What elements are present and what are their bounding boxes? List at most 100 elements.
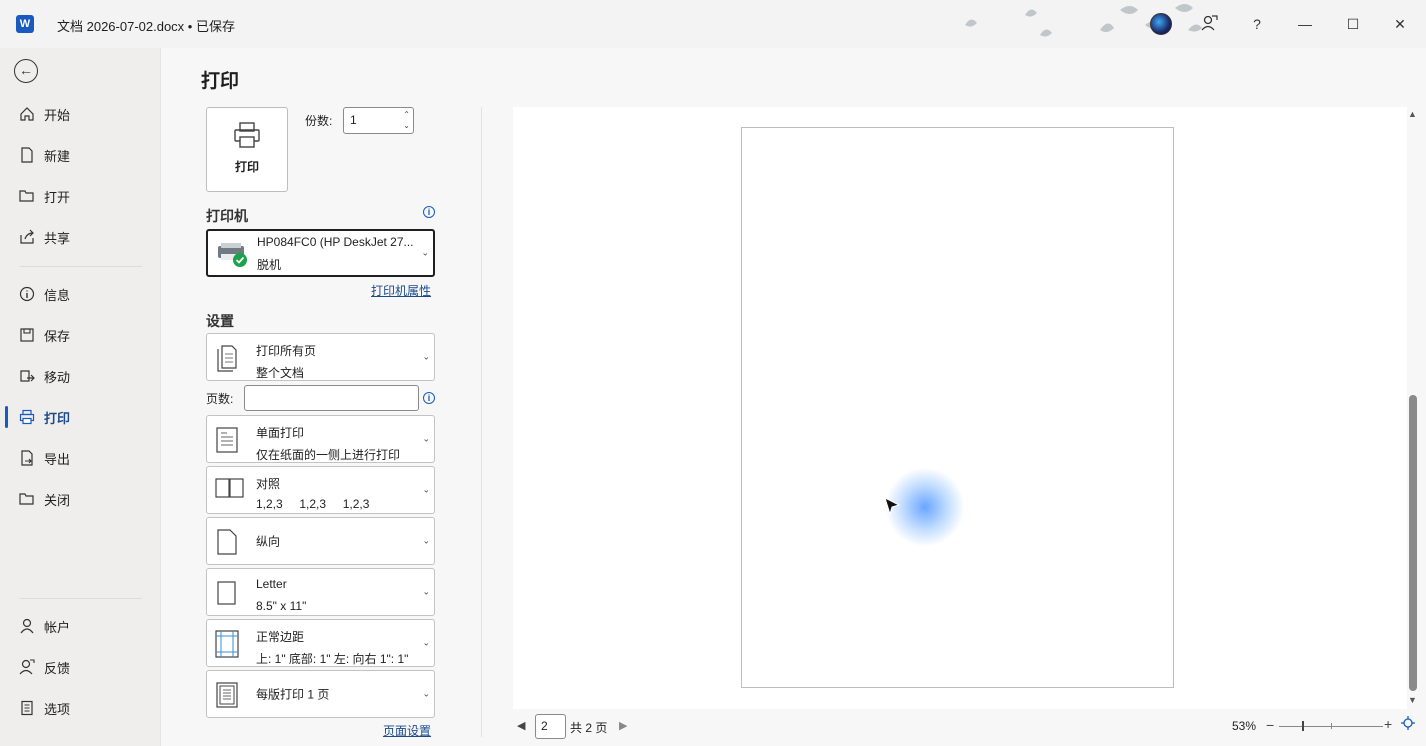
chevron-down-icon: ⌄ [421,247,429,258]
feedback-icon [18,658,36,676]
scrollbar-thumb[interactable] [1409,395,1417,691]
info-icon [18,285,36,303]
nav-item-export[interactable]: 导出 [0,440,160,476]
nav-item-close[interactable]: 关闭 [0,481,160,517]
printer-name: HP084FC0 (HP DeskJet 27... [257,235,414,249]
print-range-dropdown[interactable]: 打印所有页 整个文档 ⌄ [206,333,435,381]
setting-line2: 1,2,3 1,2,3 1,2,3 [256,497,370,511]
pane-divider [481,107,482,737]
total-pages: 共 2 页 [570,721,608,735]
nav-item-open[interactable]: 打开 [0,178,160,214]
close-button[interactable]: ✕ [1390,14,1410,34]
setting-line2: 上: 1" 底部: 1" 左: 向右 1": 1" [256,652,409,666]
pages-input[interactable] [244,385,419,411]
move-icon [18,367,36,385]
back-arrow-icon[interactable]: ← [14,59,38,83]
copies-spinner[interactable]: ⌃ ⌄ [403,109,410,131]
title-bar: W 文档 2026-07-02.docx • 已保存 ? — ☐ ✕ [0,0,1426,48]
copies-input[interactable]: 1 ⌃ ⌄ [343,107,414,134]
page-setup-link[interactable]: 页面设置 [383,722,431,739]
pages-per-sheet-icon [215,681,239,708]
nav-item-label: 打印 [44,410,71,426]
nav-item-options[interactable]: 选项 [0,690,160,726]
next-page-icon[interactable]: ▶ [619,719,627,732]
document-title: 文档 2026-07-02.docx • 已保存 [57,19,235,34]
nav-item-new[interactable]: 新建 [0,137,160,173]
maximize-button[interactable]: ☐ [1343,14,1363,34]
zoom-slider-thumb[interactable] [1302,721,1304,731]
pages-per-sheet-dropdown[interactable]: 每版打印 1 页 ⌄ [206,670,435,718]
print-preview[interactable] [513,107,1407,709]
sides-dropdown[interactable]: 单面打印 仅在纸面的一侧上进行打印 ⌄ [206,415,435,463]
paper-size-dropdown[interactable]: Letter 8.5" x 11" ⌄ [206,568,435,616]
zoom-in-button[interactable]: + [1384,716,1392,732]
nav-item-print[interactable]: 打印 [0,399,160,435]
mouse-cursor-icon [884,497,901,516]
print-button[interactable]: 打印 [206,107,288,192]
nav-item-move[interactable]: 移动 [0,358,160,394]
nav-item-info[interactable]: 信息 [0,276,160,312]
nav-item-label: 共享 [44,230,71,246]
nav-item-save[interactable]: 保存 [0,317,160,353]
export-icon [18,449,36,467]
printer-icon [207,120,287,156]
help-icon[interactable]: ? [1247,14,1267,34]
nav-item-label: 关闭 [44,492,71,508]
setting-line1: 纵向 [256,534,281,549]
chevron-down-icon: ⌄ [422,433,430,444]
pages-label: 页数: [206,392,234,406]
chevron-down-icon: ⌄ [422,637,430,648]
spin-down-icon[interactable]: ⌄ [403,120,410,131]
account-icon [18,617,36,635]
word-app-icon: W [16,15,34,33]
preview-page [741,127,1174,688]
scroll-up-icon[interactable]: ▲ [1408,109,1417,119]
nav-item-feedback[interactable]: 反馈 [0,649,160,685]
zoom-level[interactable]: 53% [1232,719,1256,733]
scroll-down-icon[interactable]: ▼ [1408,695,1417,705]
chevron-down-icon: ⌄ [422,351,430,362]
nav-item-share[interactable]: 共享 [0,219,160,255]
setting-line1: 每版打印 1 页 [256,687,330,702]
copies-value: 1 [350,113,357,127]
setting-line1: Letter [256,577,287,591]
nav-item-home[interactable]: 开始 [0,96,160,132]
zoom-to-page-icon[interactable] [1401,716,1415,733]
page-number-input[interactable]: 2 [535,714,566,739]
pages-info-icon[interactable]: i [423,392,435,404]
collate-dropdown[interactable]: 对照 1,2,3 1,2,3 1,2,3 ⌄ [206,466,435,514]
margins-icon [215,630,239,658]
printer-properties-link[interactable]: 打印机属性 [371,282,431,299]
orientation-dropdown[interactable]: 纵向 ⌄ [206,517,435,565]
nav-item-label: 帐户 [44,619,71,635]
nav-item-label: 保存 [44,328,71,344]
page-title: 打印 [201,71,240,92]
previous-page-icon[interactable]: ◀ [517,719,525,732]
spin-up-icon[interactable]: ⌃ [403,109,410,120]
printer-dropdown[interactable]: HP084FC0 (HP DeskJet 27... 脱机 ⌄ [206,229,435,277]
close-folder-icon [18,490,36,508]
setting-line1: 对照 [256,477,281,491]
printer-info-icon[interactable]: i [423,206,435,218]
setting-line2: 8.5" x 11" [256,599,307,613]
minimize-button[interactable]: — [1295,14,1315,34]
setting-line1: 打印所有页 [256,344,317,358]
setting-line2: 整个文档 [256,366,305,380]
nav-item-account[interactable]: 帐户 [0,608,160,644]
coauthor-icon[interactable] [1199,14,1219,34]
current-page: 2 [541,719,548,733]
margins-dropdown[interactable]: 正常边距 上: 1" 底部: 1" 左: 向右 1": 1" ⌄ [206,619,435,667]
zoom-out-button[interactable]: − [1266,717,1274,733]
print-button-label: 打印 [234,160,259,174]
nav-item-label: 开始 [44,107,71,123]
share-icon [18,228,36,246]
user-avatar[interactable] [1150,13,1172,35]
one-sided-icon [215,426,239,453]
nav-item-label: 移动 [44,369,71,385]
settings-heading: 设置 [206,313,234,329]
printer-heading: 打印机 [206,208,248,224]
preview-scrollbar[interactable]: ▲ ▼ [1406,107,1420,709]
chevron-down-icon: ⌄ [422,535,430,546]
setting-line1: 单面打印 [256,426,305,440]
nav-item-label: 信息 [44,287,71,303]
